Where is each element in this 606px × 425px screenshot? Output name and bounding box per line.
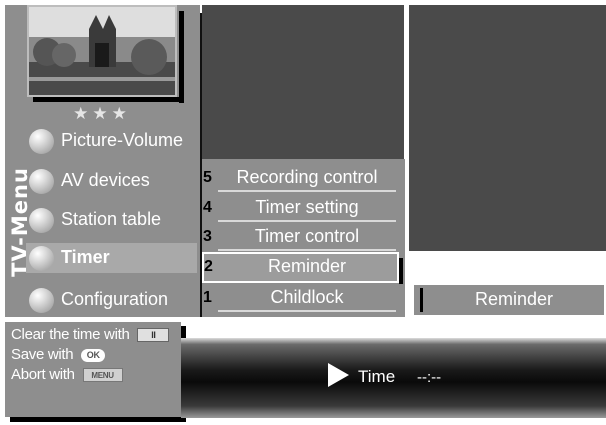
help-box: Clear the time with II Save with OK Abor… bbox=[5, 322, 181, 417]
city-gate-image bbox=[29, 7, 175, 95]
play-arrow-icon bbox=[328, 363, 349, 387]
menu-item-configuration[interactable]: Configuration bbox=[29, 285, 197, 315]
menu-item-timer[interactable]: Timer bbox=[26, 243, 197, 273]
video-area-middle bbox=[202, 5, 405, 159]
selection-shadow bbox=[399, 258, 403, 284]
help-abort-line: Abort with MENU bbox=[11, 366, 123, 383]
submenu-item-label: Recording control bbox=[218, 167, 396, 192]
picture-shadow bbox=[179, 11, 184, 103]
ball-icon bbox=[29, 208, 54, 233]
preview-picture bbox=[27, 5, 177, 97]
submenu-item-label: Timer control bbox=[218, 226, 396, 251]
help-clear-line: Clear the time with II bbox=[11, 326, 170, 343]
picture-shadow-bottom bbox=[33, 97, 184, 102]
submenu-item-number: 5 bbox=[203, 169, 212, 186]
menu-item-label: Picture-Volume bbox=[61, 130, 184, 150]
time-label: Time bbox=[358, 367, 396, 386]
submenu-item-label: Childlock bbox=[218, 287, 396, 312]
help-box-shadow-bottom bbox=[10, 417, 186, 422]
submenu-item-childlock[interactable]: 1 Childlock bbox=[202, 285, 397, 313]
time-input-field[interactable]: --:-- bbox=[417, 369, 441, 386]
ball-icon bbox=[29, 288, 54, 313]
ball-icon bbox=[29, 246, 54, 271]
submenu-item-number: 1 bbox=[203, 289, 212, 306]
menu-item-picture-volume[interactable]: Picture-Volume bbox=[29, 126, 197, 156]
main-menu-panel: ★★★ TV-Menu Picture-Volume AV devices St… bbox=[5, 5, 207, 317]
submenu-item-number: 3 bbox=[203, 228, 212, 245]
submenu-item-timer-setting[interactable]: 4 Timer setting bbox=[202, 195, 397, 223]
rating-stars: ★★★ bbox=[73, 104, 131, 123]
menu-key-icon: MENU bbox=[82, 368, 123, 383]
menu-item-label: Timer bbox=[61, 247, 110, 267]
submenu-item-number: 2 bbox=[204, 258, 213, 275]
pause-key-icon: II bbox=[137, 328, 170, 343]
timer-submenu: 5 Recording control 4 Timer setting 3 Ti… bbox=[202, 159, 405, 317]
submenu-item-number: 4 bbox=[203, 199, 212, 216]
reminder-label: Reminder bbox=[474, 289, 554, 309]
ball-icon bbox=[29, 169, 54, 194]
menu-item-av-devices[interactable]: AV devices bbox=[29, 166, 197, 196]
menu-item-label: Configuration bbox=[61, 289, 169, 309]
help-save-line: Save with OK bbox=[11, 346, 106, 363]
ball-icon bbox=[29, 129, 54, 154]
help-abort-text: Abort with bbox=[11, 366, 75, 383]
menu-item-station-table[interactable]: Station table bbox=[29, 205, 197, 235]
ok-key-icon: OK bbox=[81, 348, 106, 362]
reminder-indicator bbox=[420, 288, 423, 312]
help-clear-text: Clear the time with bbox=[11, 326, 130, 343]
reminder-panel[interactable]: Reminder bbox=[412, 283, 606, 317]
help-save-text: Save with bbox=[11, 346, 74, 363]
time-input-bar: Time --:-- bbox=[181, 338, 606, 418]
submenu-item-reminder[interactable]: 2 Reminder bbox=[202, 252, 403, 284]
submenu-item-timer-control[interactable]: 3 Timer control bbox=[202, 224, 397, 252]
menu-item-label: AV devices bbox=[61, 170, 150, 190]
video-area-right bbox=[409, 5, 606, 251]
submenu-item-label: Timer setting bbox=[218, 197, 396, 222]
menu-item-label: Station table bbox=[61, 209, 162, 229]
submenu-item-label: Reminder bbox=[267, 256, 347, 276]
submenu-item-recording-control[interactable]: 5 Recording control bbox=[202, 165, 397, 193]
